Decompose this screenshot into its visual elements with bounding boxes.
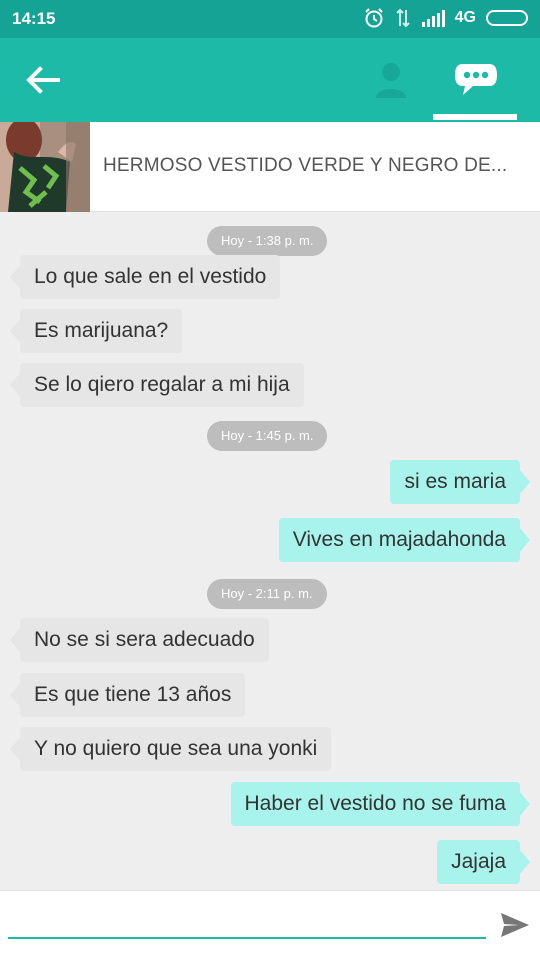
profile-tab[interactable] <box>366 56 416 104</box>
product-thumbnail[interactable] <box>0 122 90 212</box>
message-incoming[interactable]: No se si sera adecuado <box>10 618 269 662</box>
active-tab-indicator <box>433 114 517 120</box>
chat-tab[interactable] <box>436 56 516 104</box>
signal-icon <box>421 10 445 27</box>
message-incoming[interactable]: Lo que sale en el vestido <box>9 255 281 299</box>
back-button[interactable] <box>20 60 64 100</box>
back-arrow-icon <box>26 66 60 94</box>
chat-thread[interactable]: Hoy - 1:38 p. m. Lo que sale en el vesti… <box>0 212 540 890</box>
message-outgoing[interactable]: Vives en majadahonda <box>278 518 531 562</box>
status-time: 14:15 <box>12 9 56 28</box>
timestamp-pill: Hoy - 2:11 p. m. <box>207 579 327 609</box>
message-incoming[interactable]: Y no quiero que sea una yonki <box>9 727 332 771</box>
message-incoming[interactable]: Se lo qiero regalar a mi hija <box>10 363 304 407</box>
data-transfer-icon <box>395 8 410 28</box>
message-outgoing[interactable]: si es maria <box>390 460 530 504</box>
chat-bubble-icon <box>455 64 497 95</box>
person-icon <box>376 63 406 98</box>
send-button[interactable] <box>494 907 536 943</box>
product-title[interactable]: HERMOSO VESTIDO VERDE Y NEGRO DE... <box>103 155 528 177</box>
message-incoming[interactable]: Es que tiene 13 años <box>9 673 246 717</box>
product-header[interactable]: HERMOSO VESTIDO VERDE Y NEGRO DE... <box>0 122 540 212</box>
status-icons: 4G <box>363 7 530 29</box>
composer <box>0 890 540 960</box>
alarm-icon <box>364 8 383 28</box>
timestamp-pill: Hoy - 1:38 p. m. <box>207 226 328 256</box>
status-bar: 14:15 4G <box>0 0 540 38</box>
message-outgoing[interactable]: Haber el vestido no se fuma <box>230 782 531 826</box>
message-incoming[interactable]: Es marijuana? <box>9 309 183 353</box>
message-input[interactable] <box>8 905 486 939</box>
network-type: 4G <box>454 9 476 26</box>
battery-icon <box>486 10 528 26</box>
send-icon <box>501 913 529 937</box>
timestamp-pill: Hoy - 1:45 p. m. <box>207 421 328 451</box>
message-outgoing[interactable]: Jajaja <box>437 840 530 884</box>
app-bar <box>0 38 540 122</box>
